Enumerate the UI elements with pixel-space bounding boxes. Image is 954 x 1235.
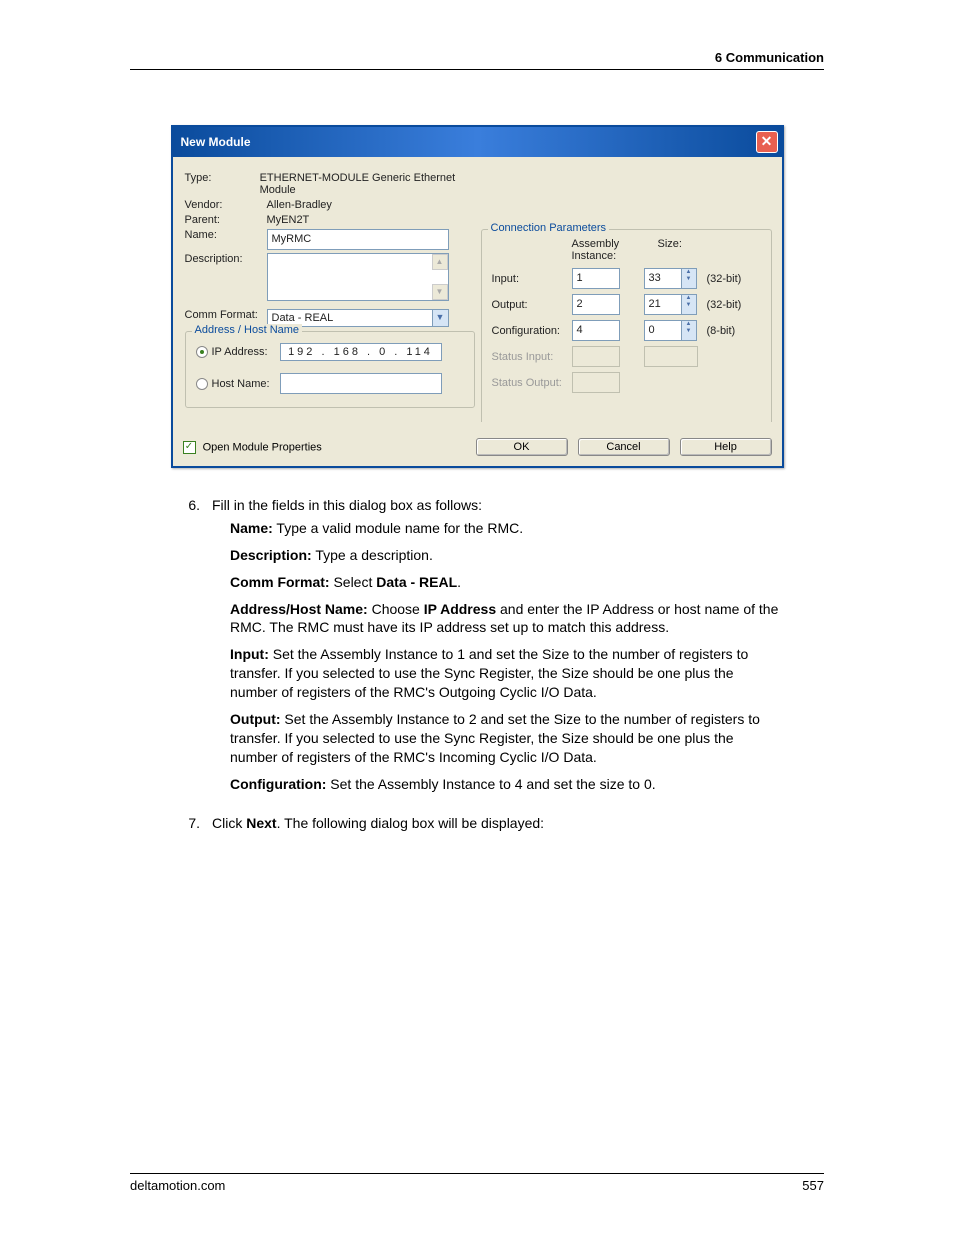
assembly-instance-header: Assembly Instance: [572, 238, 634, 262]
scroll-down-icon[interactable]: ▼ [432, 284, 448, 300]
config-unit: (8-bit) [707, 325, 736, 337]
description-label: Description: [185, 253, 267, 265]
step7-body: Click Next. The following dialog box wil… [212, 814, 784, 833]
close-icon: ✕ [761, 133, 773, 149]
new-module-dialog: New Module ✕ Type:ETHERNET-MODULE Generi… [171, 125, 784, 468]
output-row-label: Output: [492, 299, 572, 311]
type-value: ETHERNET-MODULE Generic Ethernet Module [260, 172, 475, 196]
comm-value: Data - REAL [376, 574, 457, 590]
status-input-size [644, 346, 698, 367]
type-label: Type: [185, 172, 260, 184]
config-row-label: Configuration: [492, 325, 572, 337]
size-header: Size: [658, 238, 682, 262]
addr-pre: Choose [368, 601, 424, 617]
desc-text: Type a description. [312, 547, 433, 563]
name-input[interactable]: MyRMC [267, 229, 449, 250]
step7-num: 7. [170, 814, 212, 833]
ip-address-input[interactable]: 192 . 168 . 0 . 114 [280, 343, 442, 361]
addr-value: IP Address [424, 601, 496, 617]
instructions-block: 6. Fill in the fields in this dialog box… [170, 496, 784, 832]
host-name-radio[interactable] [196, 378, 208, 390]
chevron-down-icon: ▼ [432, 310, 448, 326]
comm-post: . [457, 574, 461, 590]
footer-page: 557 [802, 1178, 824, 1193]
close-button[interactable]: ✕ [756, 131, 778, 153]
ok-button[interactable]: OK [476, 438, 568, 456]
config-label: Configuration: [230, 776, 326, 792]
scroll-up-icon[interactable]: ▲ [432, 254, 448, 270]
output-size-spinner[interactable]: ▲▼ [682, 294, 697, 315]
config-size-spinner[interactable]: ▲▼ [682, 320, 697, 341]
name-text: Type a valid module name for the RMC. [273, 520, 523, 536]
config-text: Set the Assembly Instance to 4 and set t… [326, 776, 655, 792]
parent-value: MyEN2T [267, 214, 310, 226]
input-unit: (32-bit) [707, 273, 742, 285]
input-instance-input[interactable]: 1 [572, 268, 620, 289]
dialog-titlebar: New Module ✕ [173, 127, 782, 157]
status-input-label: Status Input: [492, 351, 572, 363]
comm-format-label: Comm Format: [185, 309, 267, 321]
conn-params-legend: Connection Parameters [488, 222, 610, 234]
page-footer: deltamotion.com 557 [130, 1173, 824, 1193]
output-text: Set the Assembly Instance to 2 and set t… [230, 711, 760, 765]
desc-label: Description: [230, 547, 312, 563]
footer-site: deltamotion.com [130, 1178, 225, 1193]
output-size-input[interactable]: 21 [644, 294, 682, 315]
config-size-input[interactable]: 0 [644, 320, 682, 341]
input-label: Input: [230, 646, 269, 662]
comm-label: Comm Format: [230, 574, 330, 590]
address-groupbox: Address / Host Name IP Address: 192 . 16… [185, 331, 475, 408]
input-size-input[interactable]: 33 [644, 268, 682, 289]
step7-value: Next [246, 815, 276, 831]
host-name-label: Host Name: [212, 378, 280, 390]
open-module-properties-checkbox[interactable]: ✓ Open Module Properties [183, 441, 322, 454]
input-row-label: Input: [492, 273, 572, 285]
addr-label: Address/Host Name: [230, 601, 368, 617]
step7-pre: Click [212, 815, 246, 831]
name-label: Name: [230, 520, 273, 536]
status-output-label: Status Output: [492, 377, 572, 389]
ip-address-radio[interactable] [196, 346, 208, 358]
input-size-spinner[interactable]: ▲▼ [682, 268, 697, 289]
step6-text: Fill in the fields in this dialog box as… [212, 496, 784, 515]
input-text: Set the Assembly Instance to 1 and set t… [230, 646, 748, 700]
status-output-instance [572, 372, 620, 393]
output-instance-input[interactable]: 2 [572, 294, 620, 315]
checkmark-icon: ✓ [183, 441, 196, 454]
page-header: 6 Communication [130, 50, 824, 70]
connection-params-group: Connection Parameters Assembly Instance:… [481, 229, 772, 422]
config-instance-input[interactable]: 4 [572, 320, 620, 341]
step7-post: . The following dialog box will be displ… [277, 815, 544, 831]
status-input-instance [572, 346, 620, 367]
output-label: Output: [230, 711, 281, 727]
help-button[interactable]: Help [680, 438, 772, 456]
cancel-button[interactable]: Cancel [578, 438, 670, 456]
name-label: Name: [185, 229, 267, 241]
vendor-label: Vendor: [185, 199, 267, 211]
parent-label: Parent: [185, 214, 267, 226]
address-legend: Address / Host Name [192, 324, 303, 336]
ip-address-label: IP Address: [212, 346, 280, 358]
vendor-value: Allen-Bradley [267, 199, 332, 211]
step6-num: 6. [170, 496, 212, 515]
comm-pre: Select [330, 574, 377, 590]
open-props-label: Open Module Properties [203, 441, 322, 453]
host-name-input[interactable] [280, 373, 442, 394]
description-input[interactable]: ▲ ▼ [267, 253, 449, 301]
output-unit: (32-bit) [707, 299, 742, 311]
dialog-title: New Module [181, 135, 251, 149]
